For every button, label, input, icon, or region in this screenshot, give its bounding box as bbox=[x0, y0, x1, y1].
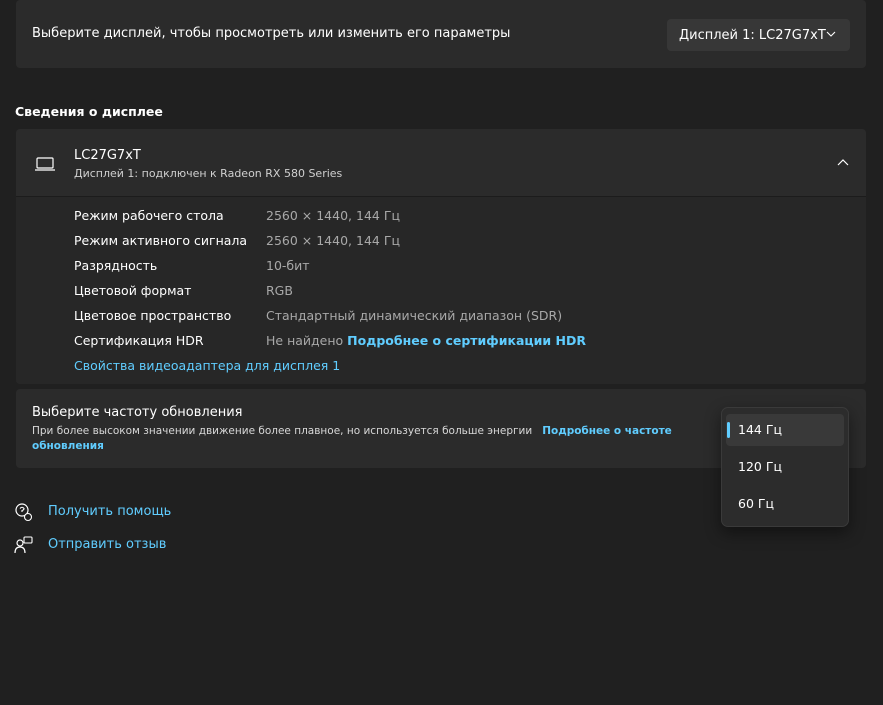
adapter-properties-link[interactable]: Свойства видеоадаптера для дисплея 1 bbox=[74, 358, 340, 373]
selected-indicator bbox=[727, 422, 730, 438]
refresh-desc-text: При более высоком значении движение боле… bbox=[32, 425, 533, 437]
detail-value: 2560 × 1440, 144 Гц bbox=[266, 208, 400, 223]
detail-value: 10-бит bbox=[266, 258, 310, 273]
feedback-icon bbox=[14, 536, 33, 554]
option-label: 144 Гц bbox=[738, 422, 782, 437]
detail-label: Цветовой формат bbox=[74, 283, 192, 298]
section-title: Сведения о дисплее bbox=[15, 104, 163, 119]
display-select-card: Выберите дисплей, чтобы просмотреть или … bbox=[16, 0, 866, 68]
refresh-option-120[interactable]: 120 Гц bbox=[726, 451, 844, 483]
monitor-subtitle: Дисплей 1: подключен к Radeon RX 580 Ser… bbox=[74, 167, 343, 180]
detail-label: Сертификация HDR bbox=[74, 333, 204, 348]
detail-value: Не найдено Подробнее о сертификации HDR bbox=[266, 333, 586, 348]
chevron-up-icon[interactable] bbox=[836, 156, 850, 170]
feedback-row[interactable]: Отправить отзыв bbox=[14, 534, 166, 556]
display-dropdown[interactable]: Дисплей 1: LC27G7xT bbox=[667, 19, 850, 51]
display-info-card: LC27G7xT Дисплей 1: подключен к Radeon R… bbox=[16, 129, 866, 384]
detail-label: Режим активного сигнала bbox=[74, 233, 248, 248]
refresh-rate-menu: 144 Гц 120 Гц 60 Гц bbox=[721, 407, 849, 527]
hdr-cert-link[interactable]: Подробнее о сертификации HDR bbox=[347, 333, 586, 348]
chevron-down-icon bbox=[826, 31, 836, 37]
refresh-description: При более высоком значении движение боле… bbox=[32, 424, 692, 454]
display-info-body: Режим рабочего стола 2560 × 1440, 144 Гц… bbox=[16, 197, 866, 384]
display-info-header[interactable]: LC27G7xT Дисплей 1: подключен к Radeon R… bbox=[16, 129, 866, 197]
refresh-title: Выберите частоту обновления bbox=[32, 405, 243, 420]
get-help-row[interactable]: Получить помощь bbox=[14, 501, 171, 523]
laptop-icon bbox=[35, 157, 55, 171]
refresh-option-60[interactable]: 60 Гц bbox=[726, 488, 844, 520]
display-select-prompt: Выберите дисплей, чтобы просмотреть или … bbox=[32, 26, 511, 41]
detail-value: Стандартный динамический диапазон (SDR) bbox=[266, 308, 563, 323]
detail-label: Режим рабочего стола bbox=[74, 208, 224, 223]
detail-value: 2560 × 1440, 144 Гц bbox=[266, 233, 400, 248]
help-chat-icon bbox=[15, 503, 33, 522]
option-label: 60 Гц bbox=[738, 496, 775, 511]
send-feedback-link[interactable]: Отправить отзыв bbox=[48, 537, 166, 552]
monitor-name: LC27G7xT bbox=[74, 148, 141, 163]
hdr-status: Не найдено bbox=[266, 333, 344, 348]
detail-value: RGB bbox=[266, 283, 293, 298]
display-dropdown-value: Дисплей 1: LC27G7xT bbox=[679, 27, 826, 43]
detail-label: Разрядность bbox=[74, 258, 158, 273]
get-help-link[interactable]: Получить помощь bbox=[48, 504, 171, 519]
option-label: 120 Гц bbox=[738, 459, 782, 474]
detail-label: Цветовое пространство bbox=[74, 308, 232, 323]
refresh-option-144[interactable]: 144 Гц bbox=[726, 414, 844, 446]
